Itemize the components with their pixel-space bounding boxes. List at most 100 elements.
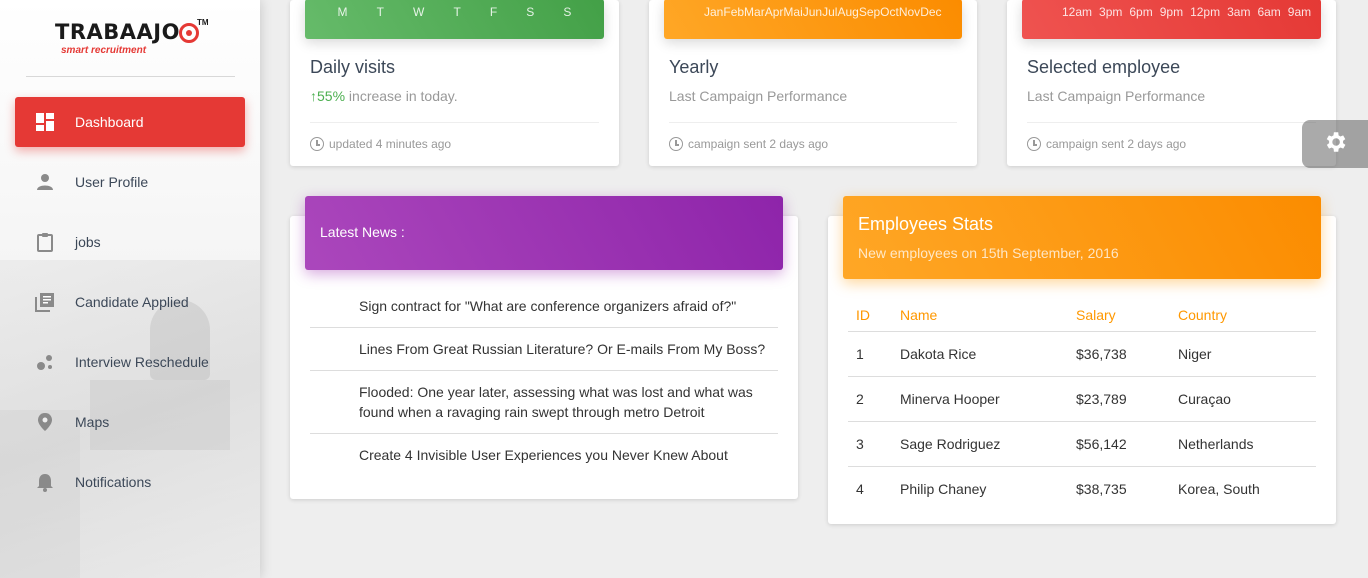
footer-text: campaign sent 2 days ago: [1046, 137, 1187, 151]
chart-x-tick-label: 3am: [1227, 5, 1251, 19]
settings-toggle[interactable]: [1302, 120, 1368, 168]
news-item[interactable]: Create 4 Invisible User Experiences you …: [310, 434, 778, 476]
column-header-id: ID: [848, 300, 892, 332]
trademark: TM: [197, 18, 209, 27]
sidebar-item-user-profile[interactable]: User Profile: [15, 157, 245, 207]
footer-text: campaign sent 2 days ago: [688, 137, 829, 151]
employees-subtitle: New employees on 15th September, 2016: [858, 245, 1119, 261]
footer-text: updated 4 minutes ago: [329, 137, 452, 151]
sidebar-item-interview-reschedule[interactable]: Interview Reschedule: [15, 337, 245, 387]
table-header-row: ID Name Salary Country: [848, 300, 1316, 332]
selected-employee-chart: 12am 3pm 6pm 9pm 12pm 3am 6am 9am: [1022, 0, 1321, 39]
daily-visits-chart: MTWTFSS: [305, 0, 604, 39]
brand-logo[interactable]: TRABAAJO TM smart recruitment: [55, 18, 215, 60]
chart-x-tick-label: Aug: [837, 5, 859, 19]
chart-x-tick-label: Apr: [764, 5, 784, 19]
chart-x-tick-label: S: [526, 5, 535, 19]
gear-icon: [1322, 129, 1348, 160]
brand-tagline: smart recruitment: [61, 45, 147, 56]
chart-x-tick-label: Jun: [802, 5, 823, 19]
card-footer: campaign sent 2 days ago: [1027, 137, 1186, 151]
daily-visits-card: M T W T F S S Daily visits ↑55% increase in to…: [290, 0, 619, 166]
chart-x-tick-label: 3pm: [1099, 5, 1123, 19]
card-divider: [1027, 122, 1316, 123]
chart-x-tick-label: W: [413, 5, 425, 19]
chart-x-tick-label: T: [376, 5, 384, 19]
chart-x-tick-label: Dec: [920, 5, 942, 19]
card-title: Yearly: [669, 57, 719, 77]
bell-icon: [35, 472, 55, 492]
column-header-name: Name: [892, 300, 1068, 332]
clock-icon: [669, 137, 683, 151]
yearly-chart: Jan Feb Mar Apr Mai Jun Jul Aug Sep Oct Nov Dec: [664, 0, 962, 39]
chart-x-tick-label: 9am: [1287, 5, 1312, 19]
news-list: Sign contract for "What are conference o…: [310, 285, 778, 476]
cell-country: Netherlands: [1170, 421, 1316, 467]
chart-x-tick-label: Nov: [898, 5, 921, 19]
cell-country: Curaçao: [1170, 376, 1316, 422]
chart-x-tick-label: 6am: [1257, 5, 1281, 19]
table-row[interactable]: 3 Sage Rodriguez $56,142 Netherlands: [848, 421, 1316, 467]
sidebar-item-label: jobs: [75, 234, 101, 250]
table-row[interactable]: 2 Minerva Hooper $23,789 Curaçao: [848, 376, 1316, 422]
news-item[interactable]: Sign contract for "What are conference o…: [310, 285, 778, 328]
card-footer: campaign sent 2 days ago: [669, 137, 828, 151]
sidebar-nav: Dashboard User Profile jobs Candidate Ap…: [15, 97, 245, 517]
sidebar-item-dashboard[interactable]: Dashboard: [15, 97, 245, 147]
clock-icon: [1027, 137, 1041, 151]
sidebar: TRABAAJO TM smart recruitment Dashboard …: [0, 0, 260, 578]
sidebar-item-jobs[interactable]: jobs: [15, 217, 245, 267]
chart-x-tick-label: T: [453, 5, 461, 19]
cell-name: Minerva Hooper: [892, 376, 1068, 422]
employees-title: Employees Stats: [858, 214, 994, 234]
cell-country: Niger: [1170, 331, 1316, 377]
news-item[interactable]: Flooded: One year later, assessing what …: [310, 371, 778, 434]
sidebar-item-label: Notifications: [75, 474, 152, 490]
increase-percent: 55%: [317, 88, 346, 104]
sidebar-divider: [26, 76, 235, 77]
cell-name: Philip Chaney: [900, 480, 987, 497]
location-pin-icon: [35, 412, 55, 432]
chart-x-tick-label: Sep: [858, 5, 881, 19]
chart-x-tick-label: F: [489, 5, 498, 19]
sidebar-item-maps[interactable]: Maps: [15, 397, 245, 447]
sidebar-item-candidate-applied[interactable]: Candidate Applied: [15, 277, 245, 327]
chart-x-tick-label: 12am: [1062, 5, 1093, 19]
sidebar-item-label: Interview Reschedule: [75, 354, 209, 370]
chart-x-tick-label: S: [563, 5, 572, 19]
cell-name: Sage Rodriguez: [892, 421, 1068, 467]
card-category: Last Campaign Performance: [1027, 88, 1206, 104]
chart-x-tick-label: 9pm: [1159, 5, 1184, 19]
sidebar-item-notifications[interactable]: Notifications: [15, 457, 245, 507]
brand-name: TRABAAJO: [55, 20, 180, 44]
cell-id: 4: [856, 480, 864, 497]
chart-x-tick-label: Mar: [744, 5, 765, 19]
table-row[interactable]: 1 Dakota Rice $36,738 Niger: [848, 331, 1316, 377]
chart-x-tick-label: Jan: [704, 5, 724, 19]
card-title: Selected employee: [1027, 57, 1181, 77]
table-row[interactable]: 4 Philip Chaney $38,735 Korea, South: [848, 466, 1316, 511]
yearly-card: Jan Feb Mar Apr Mai Jun Jul Aug Sep Oct Nov Dec Yea…: [649, 0, 977, 166]
cell-salary: $56,142: [1068, 421, 1170, 467]
clipboard-icon: [35, 232, 55, 252]
person-icon: [35, 172, 55, 192]
cell-id: 2: [848, 376, 892, 422]
cell-name: Dakota Rice: [892, 331, 1068, 377]
column-header-salary: Salary: [1068, 300, 1170, 332]
card-category: ↑55% increase in today.: [310, 88, 458, 104]
cell-id: 1: [848, 331, 892, 377]
library-books-icon: [35, 292, 55, 312]
employees-table: ID Name Salary Country 1 Dakota Rice $36…: [848, 300, 1316, 511]
card-title: Daily visits: [310, 57, 396, 77]
bubble-chart-icon: [35, 352, 55, 372]
employees-header: Employees Stats New employees on 15th Se…: [843, 196, 1321, 279]
chart-x-tick-label: Mai: [783, 5, 803, 19]
clock-icon: [310, 137, 324, 151]
chart-x-tick-label: Feb: [723, 5, 745, 19]
chart-x-tick-label: 12pm: [1190, 5, 1221, 19]
selected-employee-card: 12am 3pm 6pm 9pm 12pm 3am 6am 9am Selected empl…: [1007, 0, 1336, 166]
sidebar-item-label: User Profile: [75, 174, 149, 190]
news-header: Latest News :: [305, 196, 783, 270]
news-item[interactable]: Lines From Great Russian Literature? Or …: [310, 328, 778, 371]
camera-icon: [179, 23, 199, 43]
